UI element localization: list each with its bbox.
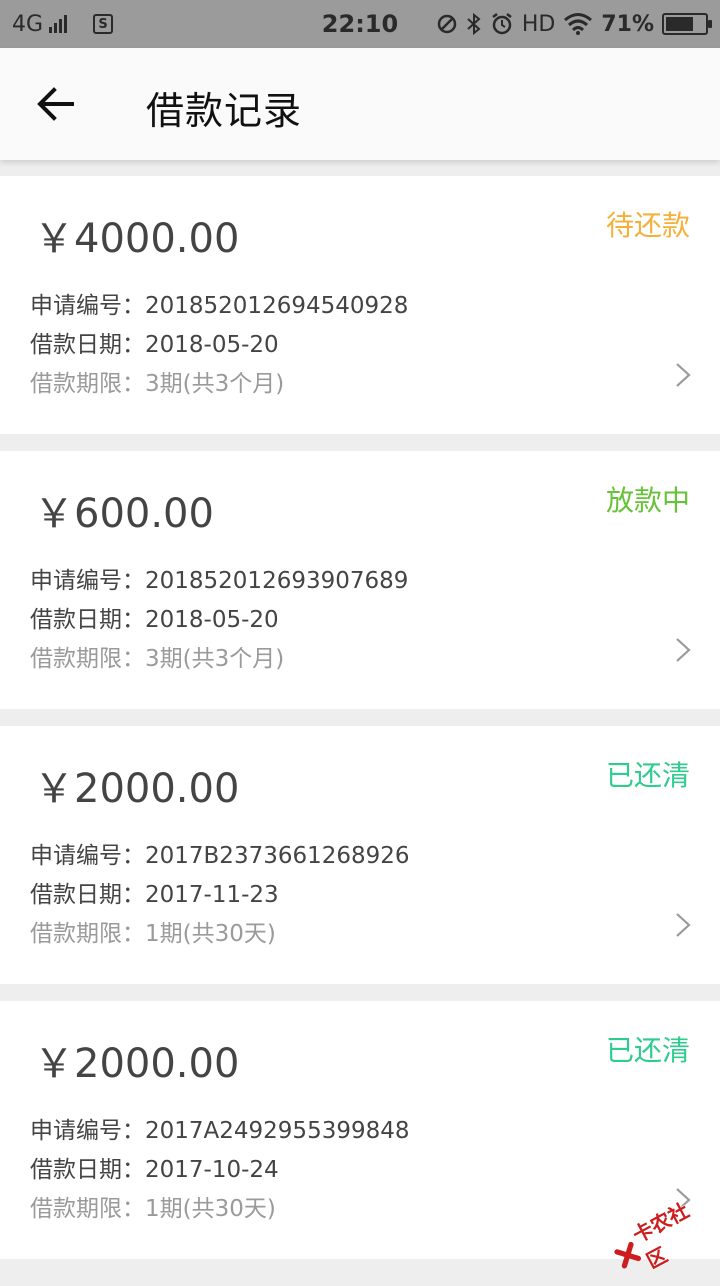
application-number-row: 申请编号：2017A2492955399848 bbox=[30, 1111, 410, 1145]
application-number-label: 申请编号： bbox=[30, 836, 145, 870]
loan-term-value: 3期(共3个月) bbox=[145, 646, 284, 672]
loan-term-label: 借款期限： bbox=[30, 914, 145, 948]
loan-date-value: 2017-10-24 bbox=[145, 1157, 279, 1183]
loan-status: 已还清 bbox=[606, 754, 690, 794]
loan-term-row: 借款期限：3期(共3个月) bbox=[30, 639, 284, 673]
chevron-right-icon bbox=[674, 912, 692, 938]
loan-amount: ￥2000.00 bbox=[34, 756, 239, 814]
chevron-right-icon bbox=[674, 362, 692, 388]
loan-date-label: 借款日期： bbox=[30, 600, 145, 634]
loan-date-value: 2018-05-20 bbox=[145, 607, 279, 633]
loan-status: 放款中 bbox=[606, 479, 690, 519]
status-left: 4G S bbox=[12, 0, 113, 48]
loan-date-label: 借款日期： bbox=[30, 875, 145, 909]
loan-status: 已还清 bbox=[606, 1029, 690, 1069]
bluetooth-icon bbox=[466, 12, 482, 36]
chevron-right-icon bbox=[674, 637, 692, 663]
status-bar: 4G S 22:10 HD 71% bbox=[0, 0, 720, 48]
battery-level bbox=[666, 17, 693, 31]
loan-card[interactable]: ￥2000.00 已还清 申请编号：2017A2492955399848 借款日… bbox=[0, 1001, 720, 1259]
application-number-row: 申请编号：2017B2373661268926 bbox=[30, 836, 410, 870]
loan-list: ￥4000.00 待还款 申请编号：201852012694540928 借款日… bbox=[0, 176, 720, 1276]
loan-date-value: 2018-05-20 bbox=[145, 332, 279, 358]
loan-amount: ￥4000.00 bbox=[34, 206, 239, 264]
loan-term-value: 1期(共30天) bbox=[145, 921, 276, 947]
loan-date-row: 借款日期：2017-11-23 bbox=[30, 875, 279, 909]
sim-icon: S bbox=[93, 14, 113, 34]
signal-icon bbox=[49, 15, 67, 33]
loan-date-row: 借款日期：2018-05-20 bbox=[30, 325, 279, 359]
battery-icon bbox=[662, 13, 708, 35]
loan-card[interactable]: ￥4000.00 待还款 申请编号：201852012694540928 借款日… bbox=[0, 176, 720, 434]
application-number-value: 2017B2373661268926 bbox=[145, 843, 410, 869]
status-right: HD 71% bbox=[436, 0, 708, 48]
application-number-label: 申请编号： bbox=[30, 561, 145, 595]
back-button[interactable] bbox=[28, 78, 84, 130]
app-bar: 借款记录 bbox=[0, 48, 720, 160]
loan-date-label: 借款日期： bbox=[30, 325, 145, 359]
loan-term-label: 借款期限： bbox=[30, 639, 145, 673]
battery-percent: 71% bbox=[601, 12, 654, 37]
network-type: 4G bbox=[12, 12, 43, 37]
loan-amount: ￥2000.00 bbox=[34, 1031, 239, 1089]
loan-term-row: 借款期限：3期(共3个月) bbox=[30, 364, 284, 398]
arrow-left-icon bbox=[36, 86, 76, 122]
loan-date-row: 借款日期：2018-05-20 bbox=[30, 600, 279, 634]
application-number-value: 201852012693907689 bbox=[145, 568, 408, 594]
loan-term-value: 1期(共30天) bbox=[145, 1196, 276, 1222]
loan-amount: ￥600.00 bbox=[34, 481, 214, 539]
loan-term-label: 借款期限： bbox=[30, 1189, 145, 1223]
loan-date-value: 2017-11-23 bbox=[145, 882, 279, 908]
nfc-icon bbox=[436, 13, 458, 35]
loan-term-label: 借款期限： bbox=[30, 364, 145, 398]
application-number-label: 申请编号： bbox=[30, 1111, 145, 1145]
application-number-row: 申请编号：201852012694540928 bbox=[30, 286, 408, 320]
application-number-label: 申请编号： bbox=[30, 286, 145, 320]
loan-card[interactable]: ￥600.00 放款中 申请编号：201852012693907689 借款日期… bbox=[0, 451, 720, 709]
loan-date-label: 借款日期： bbox=[30, 1150, 145, 1184]
application-number-value: 2017A2492955399848 bbox=[145, 1118, 410, 1144]
application-number-row: 申请编号：201852012693907689 bbox=[30, 561, 408, 595]
loan-term-row: 借款期限：1期(共30天) bbox=[30, 1189, 276, 1223]
loan-term-row: 借款期限：1期(共30天) bbox=[30, 914, 276, 948]
application-number-value: 201852012694540928 bbox=[145, 293, 408, 319]
wifi-icon bbox=[563, 12, 593, 36]
loan-status: 待还款 bbox=[606, 204, 690, 244]
loan-term-value: 3期(共3个月) bbox=[145, 371, 284, 397]
loan-date-row: 借款日期：2017-10-24 bbox=[30, 1150, 279, 1184]
loan-card[interactable]: ￥2000.00 已还清 申请编号：2017B2373661268926 借款日… bbox=[0, 726, 720, 984]
hd-badge: HD bbox=[522, 12, 555, 37]
page-title: 借款记录 bbox=[146, 80, 302, 135]
alarm-icon bbox=[490, 12, 514, 36]
